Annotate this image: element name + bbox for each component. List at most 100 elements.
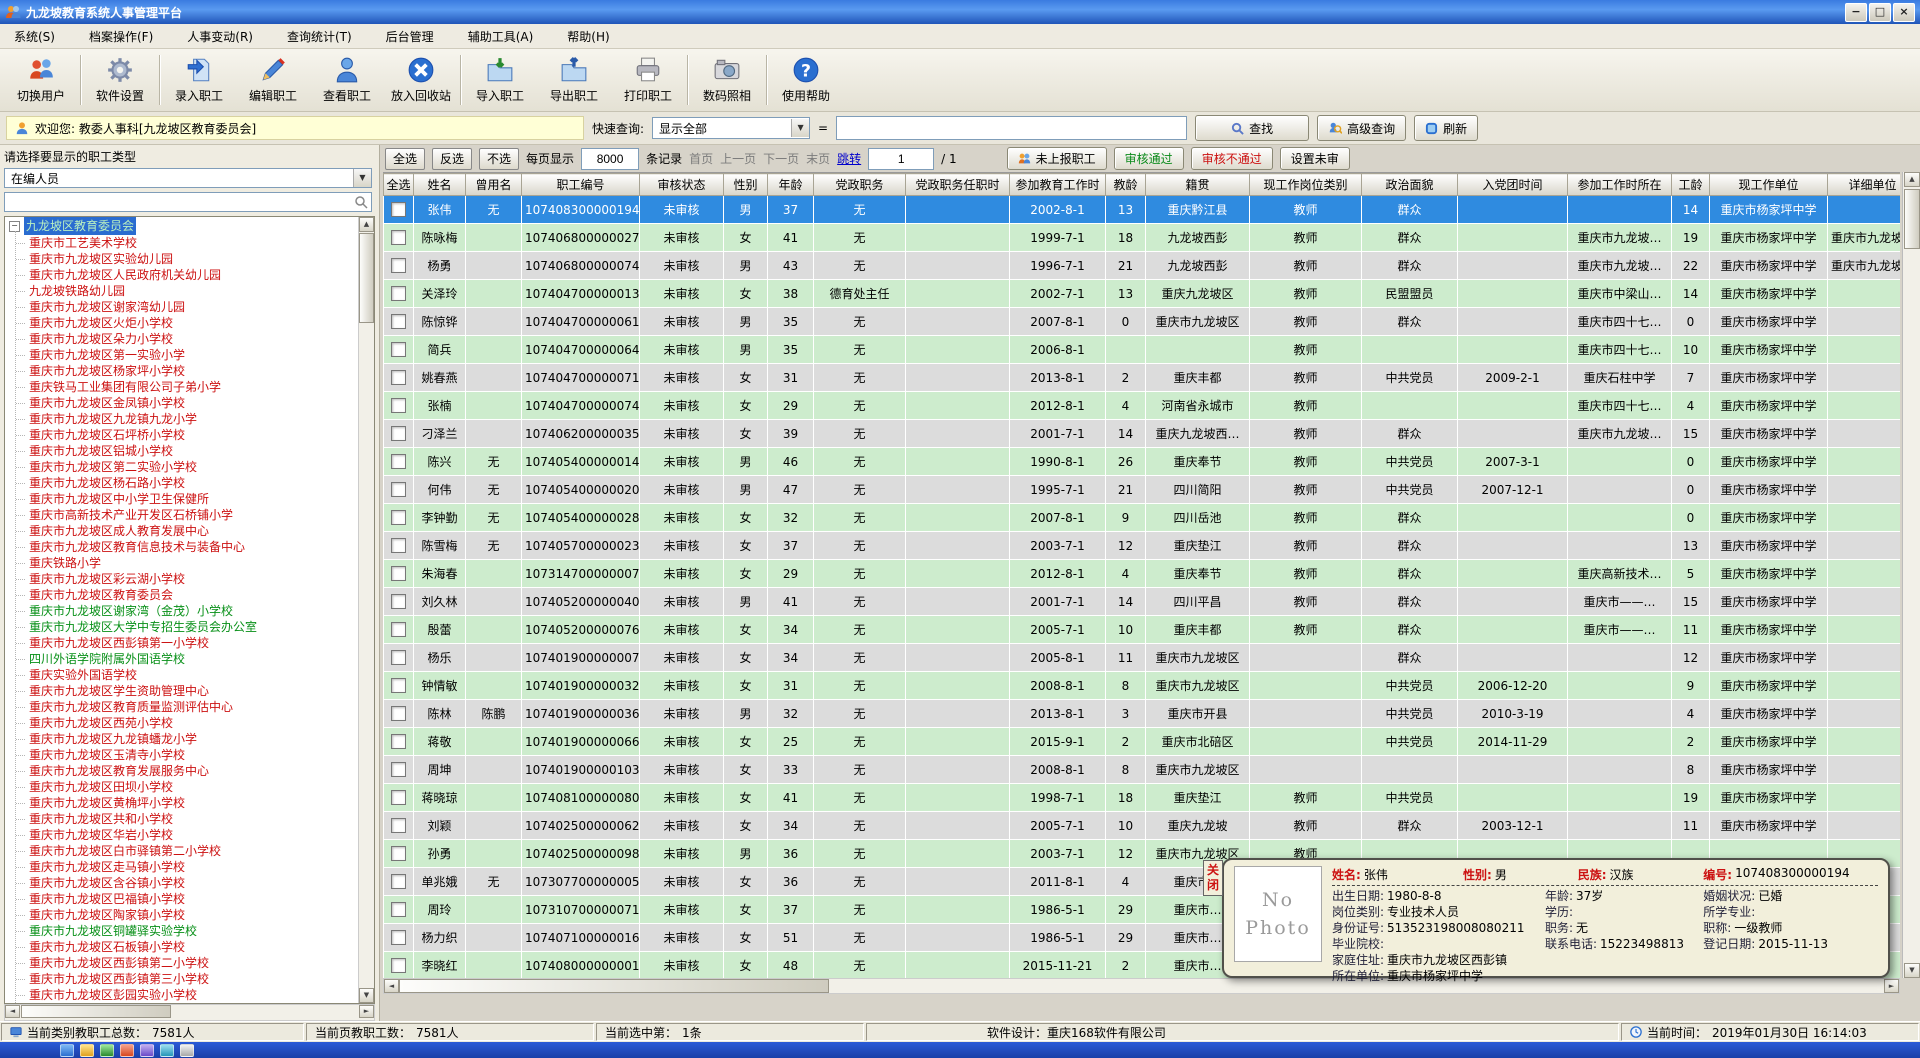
tree-scroll-thumb[interactable] (359, 233, 374, 323)
row-checkbox[interactable] (391, 370, 406, 385)
settings-button[interactable]: 软件设置 (83, 52, 157, 108)
column-header[interactable]: 审核状态 (640, 174, 724, 196)
menu-system[interactable]: 系统(S) (14, 28, 55, 45)
table-row[interactable]: 杨勇107406800000074未审核男43无1996-7-121九龙坡西彭教… (384, 252, 1901, 280)
column-header[interactable]: 现工作岗位类别 (1250, 174, 1362, 196)
column-header[interactable]: 年龄 (768, 174, 814, 196)
tree-item-school[interactable]: 九龙坡铁路幼儿园 (5, 283, 359, 299)
tree-item-school[interactable]: 重庆市九龙坡区谢家湾（金茂）小学校 (5, 603, 359, 619)
table-row[interactable]: 刘颖107402500000062未审核女34无2005-7-110重庆九龙坡教… (384, 812, 1901, 840)
taskbar-app-icon[interactable] (140, 1044, 154, 1057)
scroll-left-icon[interactable]: ◄ (5, 1005, 20, 1018)
table-row[interactable]: 姚春燕107404700000071未审核女31无2013-8-12重庆丰都教师… (384, 364, 1901, 392)
tree-item-school[interactable]: 重庆市九龙坡区陶家镇小学校 (5, 907, 359, 923)
tree-item-school[interactable]: 重庆市九龙坡区巴福镇小学校 (5, 891, 359, 907)
tree-item-school[interactable]: 重庆市九龙坡区黄桷坪小学校 (5, 795, 359, 811)
tree-item-school[interactable]: 重庆市九龙坡区谢家湾幼儿园 (5, 299, 359, 315)
row-checkbox[interactable] (391, 538, 406, 553)
table-row[interactable]: 陈林陈鹏107401900000036未审核男32无2013-8-13重庆市开县… (384, 700, 1901, 728)
column-header[interactable]: 性别 (724, 174, 768, 196)
row-checkbox[interactable] (391, 930, 406, 945)
tree-item-school[interactable]: 重庆市九龙坡区杨石路小学校 (5, 475, 359, 491)
column-header[interactable]: 职工编号 (522, 174, 640, 196)
column-header[interactable]: 工龄 (1672, 174, 1710, 196)
tree-item-school[interactable]: 重庆市九龙坡区教育信息技术与装备中心 (5, 539, 359, 555)
taskbar-app-icon[interactable] (160, 1044, 174, 1057)
jump-link[interactable]: 跳转 (837, 150, 861, 167)
column-header[interactable]: 全选 (384, 174, 414, 196)
tree-item-school[interactable]: 重庆市九龙坡区华岩小学校 (5, 827, 359, 843)
tree-item-school[interactable]: 重庆市九龙坡区金凤镇小学校 (5, 395, 359, 411)
taskbar-app-icon[interactable] (80, 1044, 94, 1057)
scroll-right-icon[interactable]: ► (1884, 979, 1899, 993)
row-checkbox[interactable] (391, 510, 406, 525)
table-row[interactable]: 朱海春107314700000007未审核女29无2012-8-14重庆奉节教师… (384, 560, 1901, 588)
row-checkbox[interactable] (391, 958, 406, 973)
row-checkbox[interactable] (391, 650, 406, 665)
tree-item-school[interactable]: 重庆市九龙坡区大学中专招生委员会办公室 (5, 619, 359, 635)
row-checkbox[interactable] (391, 398, 406, 413)
row-checkbox[interactable] (391, 790, 406, 805)
tree-item-school[interactable]: 重庆市九龙坡区教育委员会 (5, 587, 359, 603)
table-row[interactable]: 刘久林107405200000040未审核男41无2001-7-114四川平昌教… (384, 588, 1901, 616)
table-row[interactable]: 简兵107404700000064未审核男35无2006-8-1教师重庆市四十七… (384, 336, 1901, 364)
row-checkbox[interactable] (391, 874, 406, 889)
column-header[interactable]: 姓名 (414, 174, 466, 196)
tree-item-school[interactable]: 重庆市九龙坡区西彭镇第三小学校 (5, 971, 359, 987)
row-checkbox[interactable] (391, 566, 406, 581)
scroll-down-icon[interactable]: ▼ (1904, 963, 1920, 978)
prev-page-link[interactable]: 上一页 (720, 150, 756, 167)
tree-item-school[interactable]: 重庆市九龙坡区九龙镇九龙小学 (5, 411, 359, 427)
row-checkbox[interactable] (391, 482, 406, 497)
select-none-button[interactable]: 不选 (479, 148, 519, 170)
taskbar-app-icon[interactable] (180, 1044, 194, 1057)
export-employee-button[interactable]: 导出职工 (537, 52, 611, 108)
reject-button[interactable]: 审核不通过 (1191, 147, 1273, 170)
tree-search-input[interactable] (5, 193, 351, 211)
row-checkbox[interactable] (391, 202, 406, 217)
tree-item-school[interactable]: 重庆市九龙坡区火炬小学校 (5, 315, 359, 331)
tree-item-school[interactable]: 重庆市九龙坡区实验幼儿园 (5, 251, 359, 267)
column-header[interactable]: 政治面貌 (1362, 174, 1458, 196)
table-scroll-thumb[interactable] (1904, 189, 1920, 249)
column-header[interactable]: 曾用名 (466, 174, 522, 196)
search-icon[interactable] (354, 195, 368, 209)
tree-item-school[interactable]: 重庆市九龙坡区杨家坪小学校 (5, 363, 359, 379)
table-row[interactable]: 陈雪梅无107405700000023未审核女37无2003-7-112重庆垫江… (384, 532, 1901, 560)
tree-vertical-scrollbar[interactable]: ▲ ▼ (358, 217, 374, 1003)
menu-query-stats[interactable]: 查询统计(T) (287, 28, 352, 45)
help-button[interactable]: ? 使用帮助 (769, 52, 843, 108)
row-checkbox[interactable] (391, 846, 406, 861)
table-row[interactable]: 张楠107404700000074未审核女29无2012-8-14河南省永城市教… (384, 392, 1901, 420)
table-row[interactable]: 蒋敬107401900000066未审核女25无2015-9-12重庆市北碚区中… (384, 728, 1901, 756)
last-page-link[interactable]: 末页 (806, 150, 830, 167)
tree-item-school[interactable]: 重庆市九龙坡区共和小学校 (5, 811, 359, 827)
column-header[interactable]: 籍贯 (1146, 174, 1250, 196)
advanced-query-button[interactable]: 高级查询 (1317, 115, 1406, 141)
tree-item-school[interactable]: 重庆实验外国语学校 (5, 667, 359, 683)
column-header[interactable]: 详细单位 (1828, 174, 1901, 196)
maximize-button[interactable]: □ (1869, 3, 1891, 22)
row-checkbox[interactable] (391, 818, 406, 833)
tree-hscroll-thumb[interactable] (21, 1005, 171, 1018)
row-checkbox[interactable] (391, 734, 406, 749)
tree-item-school[interactable]: 重庆市九龙坡区走马镇小学校 (5, 859, 359, 875)
tree-item-school[interactable]: 重庆市九龙坡区玉清寺小学校 (5, 747, 359, 763)
table-row[interactable]: 杨乐107401900000007未审核女34无2005-8-111重庆市九龙坡… (384, 644, 1901, 672)
tree-item-school[interactable]: 重庆市九龙坡区中小学卫生保健所 (5, 491, 359, 507)
table-hscroll-thumb[interactable] (399, 979, 829, 993)
row-checkbox[interactable] (391, 426, 406, 441)
view-employee-button[interactable]: 查看职工 (310, 52, 384, 108)
tree-item-school[interactable]: 重庆市九龙坡区人民政府机关幼儿园 (5, 267, 359, 283)
camera-button[interactable]: 数码照相 (690, 52, 764, 108)
table-row[interactable]: 钟情敏107401900000032未审核女31无2008-8-18重庆市九龙坡… (384, 672, 1901, 700)
tree-item-school[interactable]: 重庆市九龙坡区朵力小学校 (5, 331, 359, 347)
set-unreviewed-button[interactable]: 设置未审 (1280, 147, 1350, 170)
switch-user-button[interactable]: 切换用户 (4, 52, 78, 108)
row-checkbox[interactable] (391, 622, 406, 637)
scroll-left-icon[interactable]: ◄ (384, 979, 399, 993)
tree-item-school[interactable]: 四川外语学院附属外国语学校 (5, 651, 359, 667)
per-page-input[interactable] (581, 148, 639, 170)
tree-item-school[interactable]: 重庆市九龙坡区石坪桥小学校 (5, 427, 359, 443)
quick-query-select[interactable]: 显示全部 ▼ (652, 117, 810, 139)
